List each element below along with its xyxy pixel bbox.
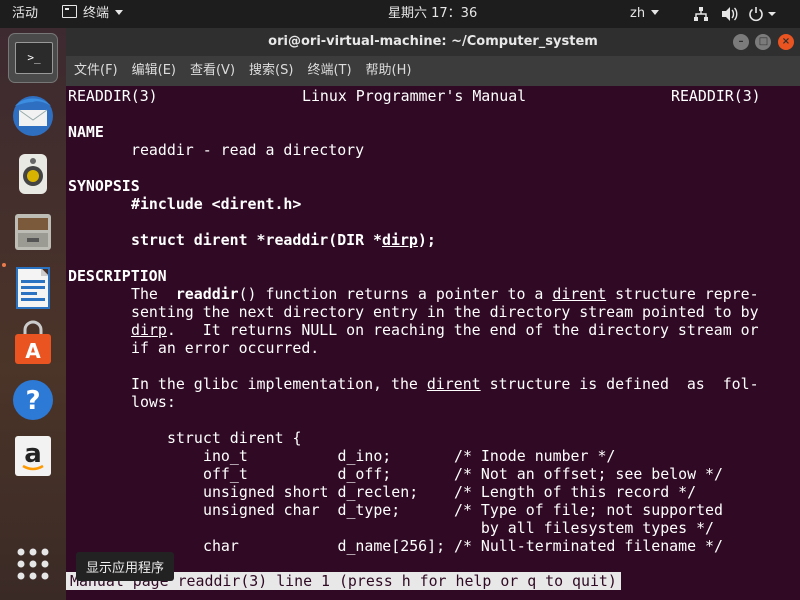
section-description-heading: DESCRIPTION	[68, 267, 167, 285]
struct-field-line: by all filesystem types */	[203, 519, 715, 537]
struct-field-line: char d_name[256]; /* Null-terminated fil…	[203, 537, 723, 555]
show-applications-button[interactable]	[9, 540, 57, 588]
maximize-button[interactable]: □	[755, 34, 772, 50]
window-titlebar[interactable]: ori@ori-virtual-machine: ~/Computer_syst…	[66, 28, 800, 56]
description-line: if an error occurred.	[131, 339, 320, 357]
text-run: structure repre‐	[606, 285, 759, 303]
man-header-center: Linux Programmer's Manual	[302, 87, 527, 105]
function-name: readdir	[175, 285, 239, 303]
minimize-icon: –	[738, 36, 744, 47]
terminal-icon	[62, 5, 77, 18]
dock-software-center-launcher[interactable]: A	[9, 320, 57, 368]
text-run: . It returns NULL on reaching the end of…	[166, 321, 759, 339]
help-icon: ?	[13, 380, 53, 420]
running-indicator	[2, 263, 6, 267]
prototype-end: );	[417, 231, 436, 249]
input-method-menu[interactable]: zh	[630, 0, 660, 28]
dock-help-launcher[interactable]: ?	[9, 376, 57, 424]
dock-files-launcher[interactable]	[9, 208, 57, 256]
dock-amazon-launcher[interactable]: a	[9, 432, 57, 480]
svg-text:?: ?	[25, 386, 40, 416]
menu-view[interactable]: 查看(V)	[190, 56, 235, 86]
struct-field-line: off_t d_off; /* Not an offset; see below…	[203, 465, 723, 483]
activities-button[interactable]: 活动	[12, 0, 38, 28]
prototype-line: struct dirent *readdir(DIR *dirp);	[131, 231, 436, 249]
menu-help[interactable]: 帮助(H)	[366, 56, 412, 86]
section-name-heading: NAME	[68, 123, 104, 141]
dirent-ref: dirent	[552, 285, 607, 303]
volume-icon[interactable]	[721, 0, 739, 28]
app-menu[interactable]: 终端	[62, 0, 124, 28]
description-line: dirp. It returns NULL on reaching the en…	[131, 321, 759, 339]
menubar: 文件(F) 编辑(E) 查看(V) 搜索(S) 终端(T) 帮助(H)	[66, 56, 800, 86]
menu-file[interactable]: 文件(F)	[74, 56, 118, 86]
shopping-bag-icon: A	[15, 320, 51, 364]
prototype-arg: dirp	[382, 231, 418, 249]
description-line: lows:	[131, 393, 176, 411]
dock-terminal-launcher[interactable]: >_	[9, 34, 57, 82]
input-lang-label: zh	[630, 6, 646, 21]
maximize-icon: □	[758, 36, 769, 47]
description-line: senting the next directory entry in the …	[131, 303, 759, 321]
man-header-left: READDIR(3)	[68, 87, 158, 105]
app-menu-label: 终端	[83, 6, 110, 21]
dock: >_ A ? a	[0, 28, 66, 600]
struct-field-line: unsigned char d_type; /* Type of file; n…	[203, 501, 723, 519]
grid-icon	[17, 548, 49, 580]
power-menu[interactable]	[748, 0, 778, 28]
dirp-ref: dirp	[131, 321, 167, 339]
man-header-right: READDIR(3)	[671, 87, 761, 105]
dock-libreoffice-writer-launcher[interactable]	[9, 264, 57, 312]
section-synopsis-heading: SYNOPSIS	[68, 177, 140, 195]
minimize-button[interactable]: –	[732, 34, 749, 50]
text-run: () function returns a pointer to a	[238, 285, 553, 303]
dirent-ref: dirent	[426, 375, 481, 393]
menu-search[interactable]: 搜索(S)	[249, 56, 293, 86]
svg-text:A: A	[25, 339, 41, 363]
top-panel: 活动 终端 星期六 17：36 zh	[0, 0, 800, 28]
prototype-start: struct dirent *readdir(DIR *	[131, 231, 383, 249]
terminal-view[interactable]: READDIR(3) Linux Programmer's Manual REA…	[66, 86, 800, 600]
menu-edit[interactable]: 编辑(E)	[132, 56, 176, 86]
struct-open-line: struct dirent {	[167, 429, 302, 447]
speaker-icon	[19, 154, 47, 194]
text-run: In the glibc implementation, the	[131, 375, 427, 393]
description-line: In the glibc implementation, the dirent …	[131, 375, 759, 393]
description-line: The readdir() function returns a pointer…	[131, 285, 759, 303]
thunderbird-icon	[13, 96, 53, 136]
file-cabinet-icon	[15, 214, 51, 250]
svg-text:a: a	[24, 439, 42, 469]
terminal-icon: >_	[15, 42, 53, 74]
network-icon[interactable]	[693, 0, 709, 28]
struct-field-line: unsigned short d_reclen; /* Length of th…	[203, 483, 697, 501]
menu-terminal[interactable]: 终端(T)	[307, 56, 351, 86]
clock[interactable]: 星期六 17：36	[388, 0, 477, 28]
name-line: readdir - read a directory	[131, 141, 365, 159]
show-applications-tooltip: 显示应用程序	[76, 552, 175, 581]
struct-field-line: ino_t d_ino; /* Inode number */	[203, 447, 616, 465]
chevron-down-icon	[651, 10, 660, 15]
chevron-down-icon	[115, 10, 124, 15]
amazon-icon: a	[15, 436, 51, 476]
dock-rhythmbox-launcher[interactable]	[9, 150, 57, 198]
close-icon: ×	[781, 36, 791, 47]
window-title: ori@ori-virtual-machine: ~/Computer_syst…	[268, 34, 598, 49]
include-line: #include <dirent.h>	[131, 195, 302, 213]
close-button[interactable]: ×	[778, 34, 794, 50]
text-run: structure is defined as fol‐	[480, 375, 759, 393]
writer-document-icon	[16, 267, 50, 309]
dock-thunderbird-launcher[interactable]	[9, 92, 57, 140]
text-run: The	[131, 285, 176, 303]
